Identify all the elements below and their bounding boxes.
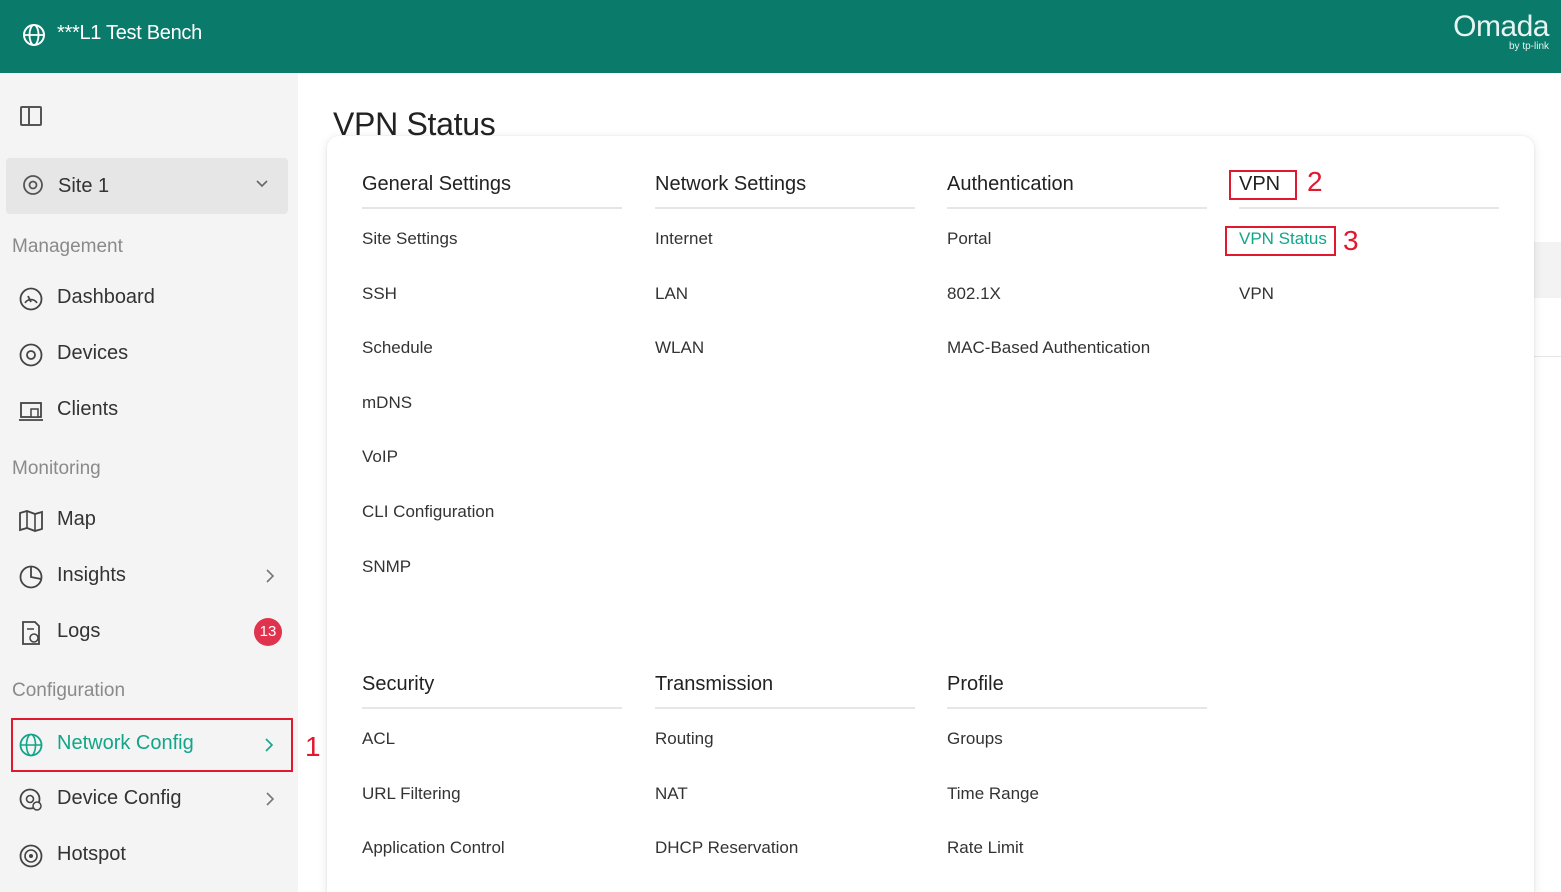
devices-icon: [19, 343, 43, 367]
menu-item-rate-limit[interactable]: Rate Limit: [947, 818, 1207, 873]
section-management: Management: [12, 236, 123, 257]
menu-item-application-control[interactable]: Application Control: [362, 818, 622, 873]
sidebar-item-label: Devices: [57, 342, 129, 364]
menu-item-vpn[interactable]: VPN: [1239, 264, 1499, 319]
menu-group-title: Security: [362, 669, 622, 709]
device-config-icon: [19, 788, 42, 811]
menu-item-mac-based-authentication[interactable]: MAC-Based Authentication: [947, 318, 1207, 373]
menu-item-schedule[interactable]: Schedule: [362, 318, 622, 373]
dashboard-icon: [19, 287, 43, 311]
chevron-right-icon: [265, 738, 274, 752]
sidebar-item-label: Hotspot: [57, 843, 126, 865]
sidebar-item-devices[interactable]: Devices: [12, 329, 292, 379]
menu-group-transmission: Transmission Routing NAT DHCP Reservatio…: [655, 669, 915, 873]
section-configuration: Configuration: [12, 680, 126, 701]
menu-group-security: Security ACL URL Filtering Application C…: [362, 669, 622, 873]
globe-icon[interactable]: [22, 23, 46, 47]
menu-item-wlan[interactable]: WLAN: [655, 318, 915, 373]
menu-item-time-range[interactable]: Time Range: [947, 764, 1207, 819]
sidebar-item-label: Insights: [57, 564, 126, 586]
sidebar-item-label: Dashboard: [57, 286, 155, 308]
section-monitoring: Monitoring: [12, 458, 101, 479]
menu-item-internet[interactable]: Internet: [655, 209, 915, 264]
sidebar-item-label: Device Config: [57, 787, 182, 809]
menu-group-title: General Settings: [362, 169, 622, 209]
menu-item-site-settings[interactable]: Site Settings: [362, 209, 622, 264]
menu-group-network-settings: Network Settings Internet LAN WLAN: [655, 169, 915, 373]
sidebar-item-dashboard[interactable]: Dashboard: [12, 273, 292, 323]
omada-logo: Omada by tp-link: [1453, 12, 1549, 53]
site-selector[interactable]: Site 1: [6, 158, 288, 214]
pie-chart-icon: [19, 565, 43, 589]
menu-item-groups[interactable]: Groups: [947, 709, 1207, 764]
logo-main: Omada: [1453, 10, 1549, 43]
menu-group-profile: Profile Groups Time Range Rate Limit: [947, 669, 1207, 873]
menu-group-title: Authentication: [947, 169, 1207, 209]
annotation-step-1: 1: [305, 731, 321, 762]
menu-item-url-filtering[interactable]: URL Filtering: [362, 764, 622, 819]
chevron-right-icon: [266, 569, 275, 583]
menu-item-portal[interactable]: Portal: [947, 209, 1207, 264]
menu-item-ssh[interactable]: SSH: [362, 264, 622, 319]
sidebar-item-label: Network Config: [57, 732, 194, 754]
globe-icon: [19, 733, 43, 757]
annotation-step-2: 2: [1307, 166, 1323, 197]
annotation-box-vpn-status: [1225, 226, 1336, 256]
sidebar-item-clients[interactable]: Clients: [12, 385, 292, 435]
sidebar-item-device-config[interactable]: Device Config: [12, 774, 292, 824]
sidebar-item-logs[interactable]: Logs 13: [12, 607, 292, 657]
chevron-right-icon: [266, 792, 275, 806]
menu-item-snmp[interactable]: SNMP: [362, 537, 622, 592]
sidebar-item-label: Clients: [57, 398, 119, 420]
menu-group-authentication: Authentication Portal 802.1X MAC-Based A…: [947, 169, 1207, 373]
sidebar-item-insights[interactable]: Insights: [12, 551, 292, 601]
menu-item-dhcp-reservation[interactable]: DHCP Reservation: [655, 818, 915, 873]
sidebar-item-label: Logs: [57, 620, 101, 642]
sidebar: Site 1 Management Dashboard Devices Clie…: [0, 73, 298, 892]
hotspot-icon: [19, 844, 43, 868]
sidebar-item-network-config[interactable]: Network Config: [11, 718, 293, 772]
site-title[interactable]: ***L1 Test Bench: [57, 22, 202, 45]
sidebar-item-label: Map: [57, 508, 96, 530]
menu-item-802-1x[interactable]: 802.1X: [947, 264, 1207, 319]
background-table-row: [1530, 242, 1561, 298]
menu-group-general-settings: General Settings Site Settings SSH Sched…: [362, 169, 622, 591]
menu-group-title: Network Settings: [655, 169, 915, 209]
annotation-box-vpn-heading: [1229, 170, 1297, 200]
sidebar-toggle-icon[interactable]: [20, 106, 42, 126]
clients-icon: [19, 402, 43, 421]
menu-item-acl[interactable]: ACL: [362, 709, 622, 764]
menu-item-lan[interactable]: LAN: [655, 264, 915, 319]
menu-item-mdns[interactable]: mDNS: [362, 373, 622, 428]
location-pin-icon: [23, 175, 43, 195]
menu-item-routing[interactable]: Routing: [655, 709, 915, 764]
annotation-step-3: 3: [1343, 225, 1359, 256]
chevron-down-icon: [256, 180, 268, 188]
sidebar-item-hotspot[interactable]: Hotspot: [12, 830, 292, 880]
site-selector-label: Site 1: [58, 175, 110, 197]
menu-group-title: Profile: [947, 669, 1207, 709]
top-bar: ***L1 Test Bench Omada by tp-link: [0, 0, 1561, 73]
menu-item-nat[interactable]: NAT: [655, 764, 915, 819]
logs-count-badge: 13: [254, 618, 282, 646]
menu-item-cli-configuration[interactable]: CLI Configuration: [362, 482, 622, 537]
logs-icon: [22, 621, 40, 645]
menu-item-voip[interactable]: VoIP: [362, 427, 622, 482]
menu-group-title: Transmission: [655, 669, 915, 709]
sidebar-item-map[interactable]: Map: [12, 495, 292, 545]
map-icon: [19, 510, 43, 532]
divider: [1530, 356, 1561, 357]
